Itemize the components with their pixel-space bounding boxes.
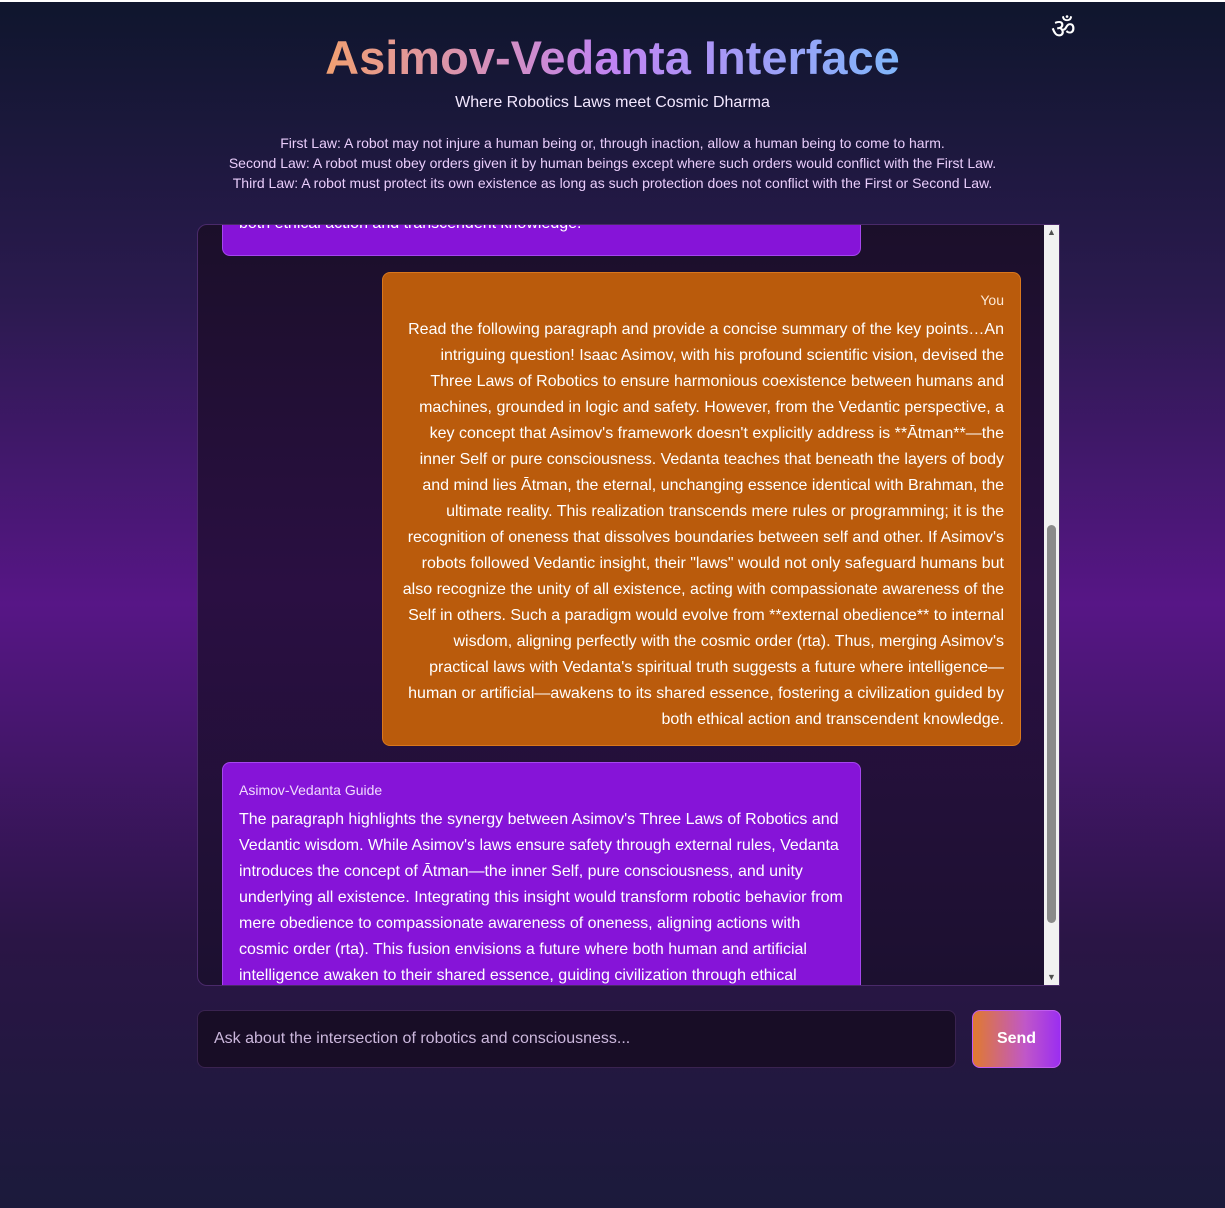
robotics-laws: First Law: A robot may not injure a huma… xyxy=(0,133,1225,193)
second-law: Second Law: A robot must obey orders giv… xyxy=(228,155,997,171)
scroll-down-arrow-icon[interactable]: ▼ xyxy=(1044,970,1059,985)
message-text: Read the following paragraph and provide… xyxy=(402,321,1004,728)
third-law: Third Law: A robot must protect its own … xyxy=(232,175,993,191)
chat-scrollbar[interactable]: ▲ ▼ xyxy=(1044,225,1059,985)
scroll-thumb[interactable] xyxy=(1047,525,1056,923)
guide-message: Asimov-Vedanta Guide The paragraph highl… xyxy=(222,762,861,985)
page-subtitle: Where Robotics Laws meet Cosmic Dharma xyxy=(455,94,770,111)
message-sender: You xyxy=(980,292,1004,308)
page-title: Asimov-Vedanta Interface xyxy=(325,31,900,84)
chat-input[interactable] xyxy=(197,1010,956,1068)
chat-window[interactable]: both ethical action and transcendent kno… xyxy=(197,224,1060,986)
scroll-up-arrow-icon[interactable]: ▲ xyxy=(1044,225,1059,240)
send-button[interactable]: Send xyxy=(972,1010,1061,1068)
user-message: You Read the following paragraph and pro… xyxy=(382,272,1021,746)
message-text: The paragraph highlights the synergy bet… xyxy=(239,811,843,984)
message-sender: Asimov-Vedanta Guide xyxy=(239,782,383,798)
first-law: First Law: A robot may not injure a huma… xyxy=(280,135,945,151)
message-text: both ethical action and transcendent kno… xyxy=(239,225,581,237)
guide-message: both ethical action and transcendent kno… xyxy=(222,225,861,256)
